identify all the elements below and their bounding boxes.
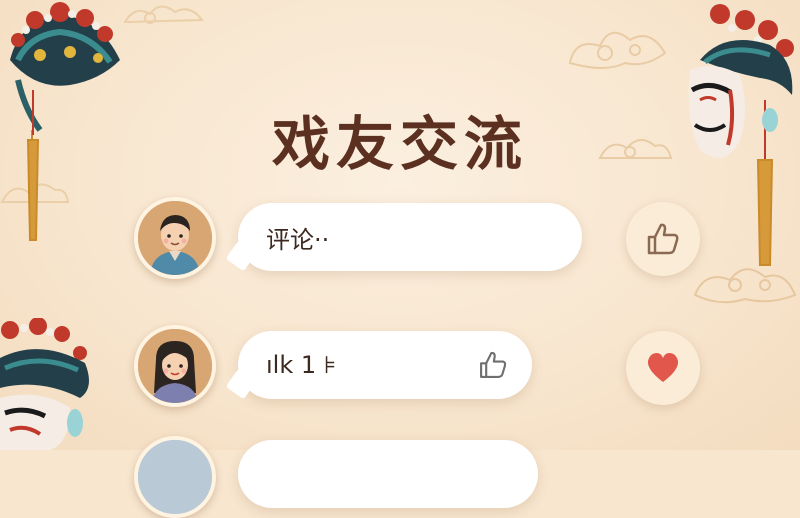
heart-icon [647,353,679,382]
male-avatar-icon [138,201,212,275]
user-avatar[interactable] [134,325,216,407]
cloud-decoration [123,5,204,24]
comment-text[interactable]: ılk 1 ⊧ [238,351,336,379]
user-avatar[interactable] [134,197,216,279]
opera-mask-decoration [0,318,89,450]
thumbs-up-icon[interactable] [476,348,510,382]
like-button[interactable] [626,202,700,276]
cloud-decoration [568,31,667,69]
comment-bubble[interactable]: ılk 1 ⊧ [225,331,532,400]
thumbs-up-icon [647,223,679,255]
favorite-button[interactable] [626,331,700,405]
avatar-partial-icon [138,440,212,514]
female-avatar-icon [138,329,212,403]
comment-bubble[interactable] [238,440,538,508]
comment-bubble[interactable]: 评论·· [225,203,582,272]
page-title: 戏友交流 [271,109,528,178]
comment-text[interactable]: 评论·· [238,220,329,255]
user-avatar[interactable] [134,436,216,518]
